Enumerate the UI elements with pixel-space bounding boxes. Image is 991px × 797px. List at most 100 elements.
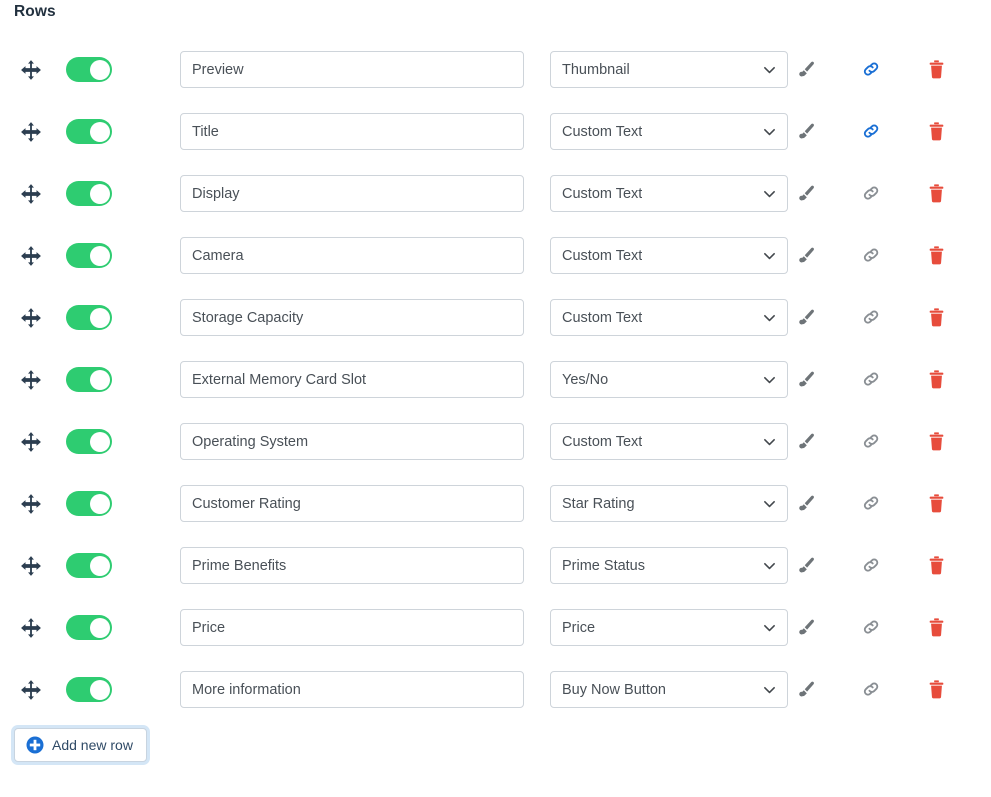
link-chain-icon[interactable] bbox=[859, 58, 883, 82]
paintbrush-icon[interactable] bbox=[794, 120, 818, 144]
link-chain-icon[interactable] bbox=[859, 554, 883, 578]
row-type-select[interactable]: Custom Text bbox=[550, 113, 788, 150]
move-arrows-icon[interactable] bbox=[20, 59, 42, 81]
toggle-knob bbox=[89, 183, 110, 204]
paintbrush-icon[interactable] bbox=[794, 182, 818, 206]
move-arrows-icon[interactable] bbox=[20, 493, 42, 515]
trash-icon[interactable] bbox=[924, 58, 948, 82]
row-actions-cell bbox=[780, 244, 991, 268]
row-label-cell bbox=[180, 547, 530, 584]
trash-icon[interactable] bbox=[924, 306, 948, 330]
paintbrush-icon[interactable] bbox=[794, 554, 818, 578]
row-enabled-toggle[interactable] bbox=[66, 553, 112, 578]
row-enabled-toggle[interactable] bbox=[66, 305, 112, 330]
row-type-select[interactable]: Prime Status bbox=[550, 547, 788, 584]
row-enabled-toggle[interactable] bbox=[66, 57, 112, 82]
row-type-select[interactable]: Custom Text bbox=[550, 423, 788, 460]
add-new-row-button[interactable]: Add new row bbox=[14, 728, 147, 762]
trash-icon[interactable] bbox=[924, 616, 948, 640]
row-label-input[interactable] bbox=[180, 671, 524, 708]
toggle-knob bbox=[89, 307, 110, 328]
row-type-select[interactable]: Custom Text bbox=[550, 175, 788, 212]
move-arrows-icon[interactable] bbox=[20, 307, 42, 329]
row-enable-cell bbox=[62, 491, 180, 516]
link-chain-icon[interactable] bbox=[859, 244, 883, 268]
link-chain-icon[interactable] bbox=[859, 430, 883, 454]
toggle-knob bbox=[89, 369, 110, 390]
move-arrows-icon[interactable] bbox=[20, 369, 42, 391]
row-actions-cell bbox=[780, 182, 991, 206]
paintbrush-icon[interactable] bbox=[794, 492, 818, 516]
drag-handle-cell bbox=[0, 59, 62, 81]
trash-icon[interactable] bbox=[924, 120, 948, 144]
row-label-input[interactable] bbox=[180, 361, 524, 398]
move-arrows-icon[interactable] bbox=[20, 555, 42, 577]
trash-icon[interactable] bbox=[924, 554, 948, 578]
row-type-select[interactable]: Price bbox=[550, 609, 788, 646]
row-label-input[interactable] bbox=[180, 423, 524, 460]
row-type-select[interactable]: Buy Now Button bbox=[550, 671, 788, 708]
drag-handle-cell bbox=[0, 617, 62, 639]
row-label-cell bbox=[180, 237, 530, 274]
link-chain-icon[interactable] bbox=[859, 616, 883, 640]
row-label-input[interactable] bbox=[180, 51, 524, 88]
paintbrush-icon[interactable] bbox=[794, 678, 818, 702]
row-type-select[interactable]: Custom Text bbox=[550, 237, 788, 274]
toggle-knob bbox=[89, 493, 110, 514]
row-enable-cell bbox=[62, 615, 180, 640]
paintbrush-icon[interactable] bbox=[794, 306, 818, 330]
row-type-value: Buy Now Button bbox=[562, 681, 666, 698]
move-arrows-icon[interactable] bbox=[20, 245, 42, 267]
link-chain-icon[interactable] bbox=[859, 182, 883, 206]
row-type-select[interactable]: Custom Text bbox=[550, 299, 788, 336]
row-label-input[interactable] bbox=[180, 175, 524, 212]
row-actions-cell bbox=[780, 306, 991, 330]
row-label-cell bbox=[180, 299, 530, 336]
link-chain-icon[interactable] bbox=[859, 492, 883, 516]
trash-icon[interactable] bbox=[924, 430, 948, 454]
row-type-select[interactable]: Star Rating bbox=[550, 485, 788, 522]
row-label-input[interactable] bbox=[180, 299, 524, 336]
paintbrush-icon[interactable] bbox=[794, 368, 818, 392]
row-label-input[interactable] bbox=[180, 113, 524, 150]
row-type-value: Yes/No bbox=[562, 371, 609, 388]
move-arrows-icon[interactable] bbox=[20, 431, 42, 453]
move-arrows-icon[interactable] bbox=[20, 183, 42, 205]
row-type-select[interactable]: Yes/No bbox=[550, 361, 788, 398]
row-type-cell: Custom Text bbox=[530, 423, 788, 460]
row-type-select[interactable]: Thumbnail bbox=[550, 51, 788, 88]
paintbrush-icon[interactable] bbox=[794, 616, 818, 640]
trash-icon[interactable] bbox=[924, 678, 948, 702]
trash-icon[interactable] bbox=[924, 492, 948, 516]
row-enabled-toggle[interactable] bbox=[66, 367, 112, 392]
move-arrows-icon[interactable] bbox=[20, 679, 42, 701]
row-enabled-toggle[interactable] bbox=[66, 491, 112, 516]
row-enabled-toggle[interactable] bbox=[66, 677, 112, 702]
row-label-input[interactable] bbox=[180, 485, 524, 522]
move-arrows-icon[interactable] bbox=[20, 617, 42, 639]
trash-icon[interactable] bbox=[924, 182, 948, 206]
paintbrush-icon[interactable] bbox=[794, 430, 818, 454]
link-chain-icon[interactable] bbox=[859, 306, 883, 330]
link-chain-icon[interactable] bbox=[859, 120, 883, 144]
trash-icon[interactable] bbox=[924, 244, 948, 268]
drag-handle-cell bbox=[0, 679, 62, 701]
row-enabled-toggle[interactable] bbox=[66, 615, 112, 640]
link-chain-icon[interactable] bbox=[859, 678, 883, 702]
table-row: Custom Text bbox=[0, 170, 991, 217]
row-enabled-toggle[interactable] bbox=[66, 119, 112, 144]
paintbrush-icon[interactable] bbox=[794, 58, 818, 82]
row-label-input[interactable] bbox=[180, 547, 524, 584]
trash-icon[interactable] bbox=[924, 368, 948, 392]
row-enable-cell bbox=[62, 181, 180, 206]
link-chain-icon[interactable] bbox=[859, 368, 883, 392]
row-type-cell: Custom Text bbox=[530, 175, 788, 212]
row-enabled-toggle[interactable] bbox=[66, 243, 112, 268]
paintbrush-icon[interactable] bbox=[794, 244, 818, 268]
row-enabled-toggle[interactable] bbox=[66, 429, 112, 454]
row-enabled-toggle[interactable] bbox=[66, 181, 112, 206]
row-label-input[interactable] bbox=[180, 609, 524, 646]
page-title: Rows bbox=[14, 3, 56, 20]
move-arrows-icon[interactable] bbox=[20, 121, 42, 143]
row-label-input[interactable] bbox=[180, 237, 524, 274]
